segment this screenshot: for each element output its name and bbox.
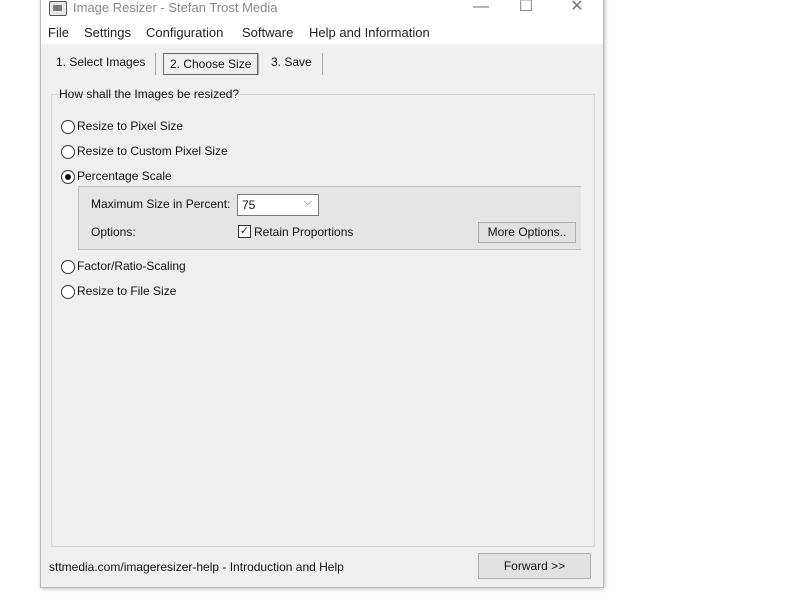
menu-configuration[interactable]: Configuration (146, 25, 223, 40)
title-bar: Image Resizer - Stefan Trost Media — ☐ ✕ (41, 0, 603, 18)
maximize-button[interactable]: ☐ (511, 0, 541, 17)
max-size-value: 75 (242, 198, 256, 212)
radio-button[interactable] (61, 285, 75, 299)
radio-button[interactable] (61, 260, 75, 274)
menu-file[interactable]: File (48, 25, 69, 40)
retain-proportions-label: Retain Proportions (254, 225, 354, 239)
option-label: Factor/Ratio-Scaling (77, 259, 186, 273)
tab-choose-size[interactable]: 2. Choose Size (163, 53, 259, 75)
size-panel (51, 94, 595, 547)
menu-software[interactable]: Software (242, 25, 293, 40)
max-size-select[interactable]: 75 ⌵ (237, 194, 319, 216)
tab-separator (322, 53, 323, 75)
close-button[interactable]: ✕ (562, 0, 592, 17)
tab-save[interactable]: 3. Save (265, 52, 318, 72)
menu-bar: File Settings Configuration Software Hel… (41, 18, 603, 44)
window-title: Image Resizer - Stefan Trost Media (73, 0, 278, 15)
help-link[interactable]: sttmedia.com/imageresizer-help - Introdu… (49, 560, 344, 574)
option-label: Percentage Scale (77, 169, 172, 183)
forward-button[interactable]: Forward >> (478, 553, 591, 579)
max-size-label: Maximum Size in Percent: (91, 197, 231, 211)
options-label: Options: (91, 225, 136, 239)
step-tabs: 1. Select Images 2. Choose Size 3. Save (41, 44, 603, 78)
radio-button[interactable] (61, 145, 75, 159)
tab-separator (155, 53, 156, 75)
option-label: Resize to File Size (77, 284, 177, 298)
menu-settings[interactable]: Settings (84, 25, 131, 40)
resize-question: How shall the Images be resized? (59, 87, 240, 101)
radio-button-checked[interactable] (61, 170, 75, 184)
app-icon (49, 1, 67, 16)
minimize-button[interactable]: — (466, 0, 496, 17)
retain-proportions-checkbox[interactable]: ✓ (238, 225, 251, 238)
option-label: Resize to Pixel Size (77, 119, 184, 133)
option-label: Resize to Custom Pixel Size (77, 144, 228, 158)
tab-separator (258, 53, 259, 75)
menu-help[interactable]: Help and Information (309, 25, 430, 40)
more-options-button[interactable]: More Options.. (478, 222, 576, 243)
radio-button[interactable] (61, 120, 75, 134)
tab-select-images[interactable]: 1. Select Images (50, 52, 151, 72)
image-resizer-window: Image Resizer - Stefan Trost Media — ☐ ✕… (40, 0, 604, 588)
chevron-down-icon: ⌵ (303, 196, 312, 208)
